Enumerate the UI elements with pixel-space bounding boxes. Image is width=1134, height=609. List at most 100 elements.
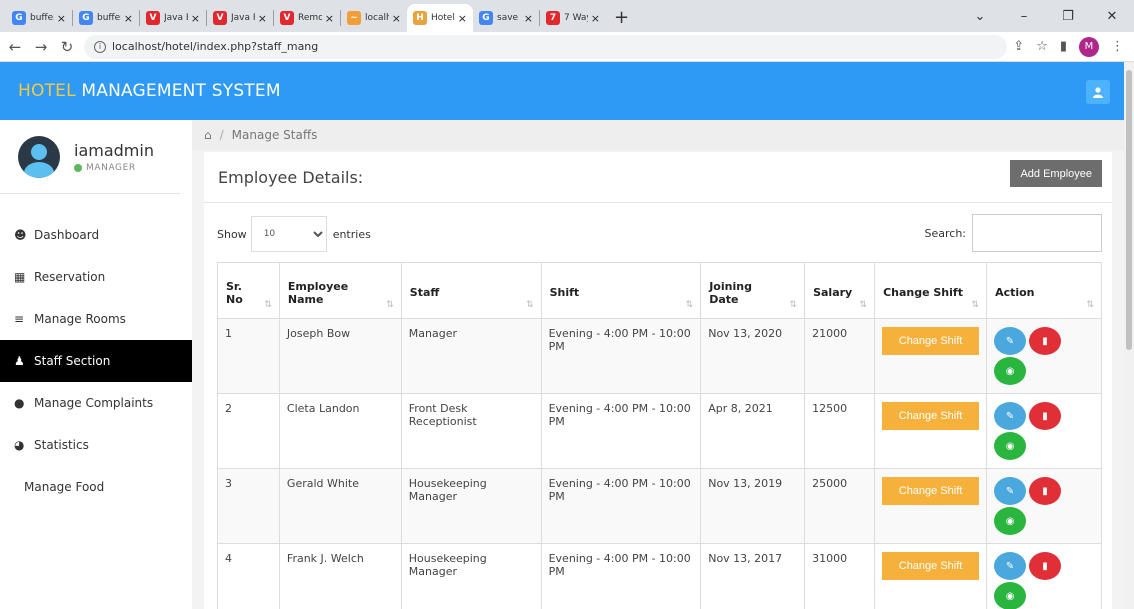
view-icon[interactable]: ◉ [994,357,1027,385]
column-header[interactable]: Joining Date ⇅ [700,262,806,319]
tab-close-icon[interactable]: × [57,12,66,25]
cell-date: Nov 13, 2019 [700,468,806,544]
user-menu-button[interactable] [1086,80,1110,104]
column-header[interactable]: Staff ⇅ [400,262,542,319]
tab-title: Hotel Man [431,13,455,23]
cell-name: Gerald White [278,468,402,544]
menu-kebab-icon[interactable]: ⋮ [1111,39,1124,54]
sidebar-item-dashboard[interactable]: ☻ Dashboard [0,214,192,256]
cell-date: Apr 8, 2021 [700,393,806,469]
profile-avatar[interactable]: M [1079,36,1099,57]
tab-close-icon[interactable]: × [191,12,200,25]
tab-favicon-icon: V [213,11,227,25]
new-tab-button[interactable]: + [614,7,629,28]
view-icon[interactable]: ◉ [994,432,1027,460]
add-employee-button[interactable]: Add Employee [1010,160,1102,187]
sidebar-item-statistics[interactable]: ◕ Statistics [0,424,192,466]
browser-tab[interactable]: V Java PrintW× [207,4,273,32]
restore-button[interactable]: ❐ [1046,9,1090,24]
cell-salary: 31000 [804,543,876,609]
tab-close-icon[interactable]: × [325,12,334,25]
change-shift-button[interactable]: Change Shift [882,552,980,580]
browser-tab[interactable]: Gsave image× [473,4,539,32]
browser-tab[interactable]: 7 7 Ways to× [540,4,606,32]
calendar-icon: ▦ [14,270,26,284]
sort-icon: ⇅ [386,300,394,310]
view-icon[interactable]: ◉ [994,507,1027,535]
delete-icon[interactable]: ▮ [1029,552,1062,580]
sidebar-item-reservation[interactable]: ▦ Reservation [0,256,192,298]
column-header[interactable]: Salary ⇅ [804,262,876,319]
cell-no: 1 [217,318,280,394]
tab-close-icon[interactable]: × [458,12,467,25]
back-button[interactable]: ← [4,38,26,56]
comments-icon: ● [14,396,25,410]
pie-chart-icon: ◕ [14,438,25,452]
cell-shift: Evening - 4:00 PM - 10:00 PM [540,468,702,544]
sidebar-item-staff-section[interactable]: ♟ Staff Section [0,340,192,382]
user-role: MANAGER [74,163,154,173]
sidebar-item-manage-food[interactable]: Manage Food [0,466,192,508]
column-header[interactable]: Sr. No ⇅ [217,262,280,319]
column-header[interactable]: Change Shift ⇅ [874,262,988,319]
browser-tab[interactable]: Gbufferedw× [73,4,139,32]
change-shift-button[interactable]: Change Shift [882,327,980,355]
browser-tab[interactable]: H Hotel Man× [407,4,473,32]
delete-icon[interactable]: ▮ [1029,477,1062,505]
change-shift-button[interactable]: Change Shift [882,477,980,505]
edit-icon[interactable]: ✎ [994,327,1027,355]
tab-close-icon[interactable]: × [392,12,401,25]
sidebar-menu: ☻ Dashboard ▦ Reservation ≡ Manage Rooms ♟ Staf… [0,214,192,508]
address-bar[interactable]: i localhost/hotel/index.php?staff_mang [84,34,1008,59]
side-panel-icon[interactable]: ▮ [1060,39,1067,54]
site-info-icon[interactable]: i [94,40,106,53]
browser-tab[interactable]: ~ localhost /× [341,4,407,32]
close-window-button[interactable]: ✕ [1090,9,1134,24]
tab-favicon-icon: V [146,11,160,25]
delete-icon[interactable]: ▮ [1029,402,1062,430]
column-header[interactable]: Shift ⇅ [540,262,702,319]
tab-close-icon[interactable]: × [591,12,600,25]
tab-title: localhost / [365,13,389,23]
sort-icon: ⇅ [971,300,980,310]
sidebar-item-manage-complaints[interactable]: ● Manage Complaints [0,382,192,424]
edit-icon[interactable]: ✎ [994,477,1027,505]
sidebar-item-label: Dashboard [34,228,100,242]
browser-tab[interactable]: V Remote M× [274,4,340,32]
cell-shift: Evening - 4:00 PM - 10:00 PM [540,318,702,394]
reload-button[interactable]: ↻ [56,38,78,56]
edit-icon[interactable]: ✎ [994,402,1027,430]
breadcrumb: ⌂ / Manage Staffs [192,120,1124,150]
entries-select[interactable]: 10 [250,216,327,252]
tab-favicon-icon: H [413,11,427,25]
view-icon[interactable]: ◉ [994,582,1027,609]
column-header[interactable]: Employee Name ⇅ [278,262,402,319]
tab-title: 7 Ways to [564,13,588,23]
search-input[interactable] [972,214,1102,252]
browser-tab[interactable]: V Java Buffer× [140,4,206,32]
minimize-button[interactable]: – [1002,9,1046,24]
tab-search-icon[interactable]: ⌄ [958,9,1002,24]
column-header[interactable]: Action ⇅ [986,262,1102,319]
forward-button[interactable]: → [30,38,52,56]
app-header: HOTEL MANAGEMENT SYSTEM [0,62,1124,120]
table-search: Search: [925,214,1102,252]
cell-name: Frank J. Welch [278,543,402,609]
tab-close-icon[interactable]: × [124,12,133,25]
change-shift-button[interactable]: Change Shift [882,402,980,430]
cell-staff: Housekeeping Manager [400,468,542,544]
share-icon[interactable]: ⇪ [1013,39,1024,54]
home-icon[interactable]: ⌂ [204,128,212,142]
delete-icon[interactable]: ▮ [1029,327,1062,355]
tab-close-icon[interactable]: × [524,12,533,25]
edit-icon[interactable]: ✎ [994,552,1027,580]
brand-title[interactable]: HOTEL MANAGEMENT SYSTEM [18,81,281,101]
cell-salary: 25000 [804,468,876,544]
page-scrollbar[interactable] [1124,62,1134,609]
sidebar-item-manage-rooms[interactable]: ≡ Manage Rooms [0,298,192,340]
online-status-icon [74,163,82,172]
browser-tab[interactable]: Gbufferedw× [6,4,72,32]
bookmark-star-icon[interactable]: ☆ [1036,39,1048,54]
tab-close-icon[interactable]: × [258,12,267,25]
cell-no: 4 [217,543,280,609]
